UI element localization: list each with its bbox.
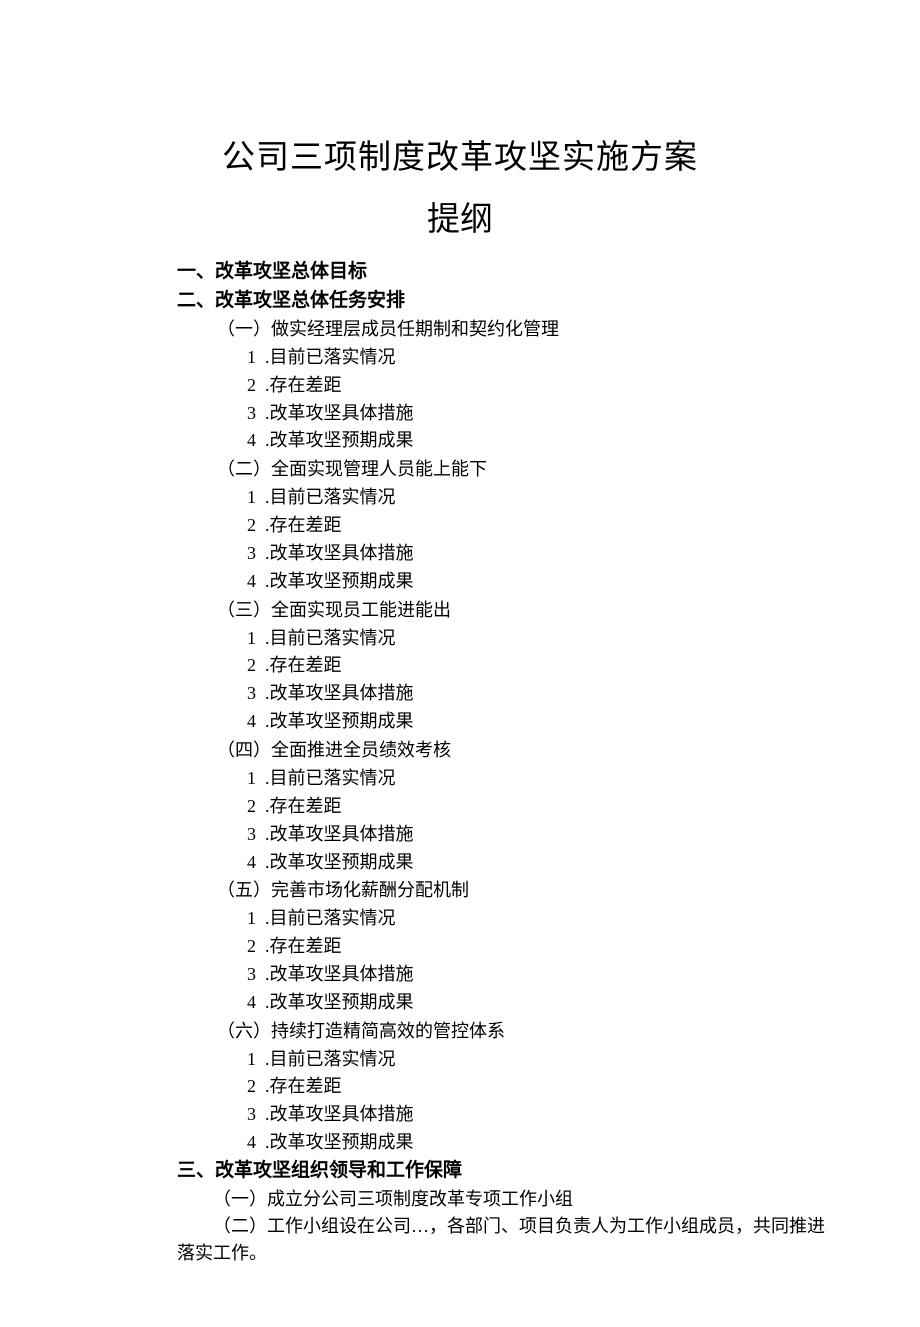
task-item: 2.存在差距 [247,933,825,961]
task-item: 4.改革攻坚预期成果 [247,849,825,877]
item-text: .改革攻坚具体措施 [265,543,414,563]
item-number: 4 [247,708,265,736]
item-text: .存在差距 [265,1076,342,1096]
task-item: 2.存在差距 [247,652,825,680]
item-number: 3 [247,821,265,849]
item-number: 3 [247,1101,265,1129]
paragraph: （二）工作小组设在公司…，各部门、项目负责人为工作小组成员，共同推进落实工作。 [177,1213,825,1267]
task-item: 3.改革攻坚具体措施 [247,961,825,989]
item-number: 3 [247,540,265,568]
item-text: .目前已落实情况 [265,1049,396,1069]
task-item: 2.存在差距 [247,512,825,540]
item-number: 1 [247,1046,265,1074]
item-number: 1 [247,625,265,653]
task-heading: （三）全面实现员工能进能出 [217,596,825,625]
task-item: 1.目前已落实情况 [247,765,825,793]
item-number: 3 [247,680,265,708]
item-text: .目前已落实情况 [265,347,396,367]
item-text: .改革攻坚具体措施 [265,1104,414,1124]
task-item: 3.改革攻坚具体措施 [247,400,825,428]
section-2-heading: 二、改革攻坚总体任务安排 [177,287,825,316]
task-item: 2.存在差距 [247,793,825,821]
item-number: 2 [247,372,265,400]
item-text: .存在差距 [265,936,342,956]
item-text: .改革攻坚预期成果 [265,571,414,591]
item-text: .目前已落实情况 [265,908,396,928]
item-text: .改革攻坚预期成果 [265,430,414,450]
item-number: 1 [247,765,265,793]
item-text: .目前已落实情况 [265,487,396,507]
paragraph: （一）成立分公司三项制度改革专项工作小组 [177,1186,825,1213]
item-text: .改革攻坚具体措施 [265,683,414,703]
item-text: .改革攻坚具体措施 [265,824,414,844]
task-item: 1.目前已落实情况 [247,484,825,512]
item-number: 2 [247,512,265,540]
task-item: 3.改革攻坚具体措施 [247,821,825,849]
item-number: 2 [247,793,265,821]
item-text: .目前已落实情况 [265,768,396,788]
item-text: .存在差距 [265,375,342,395]
task-item: 4.改革攻坚预期成果 [247,568,825,596]
section-3-heading: 三、改革攻坚组织领导和工作保障 [177,1157,825,1186]
task-item: 1.目前已落实情况 [247,1046,825,1074]
item-number: 1 [247,344,265,372]
item-number: 4 [247,568,265,596]
item-number: 4 [247,427,265,455]
item-number: 2 [247,933,265,961]
task-item: 1.目前已落实情况 [247,344,825,372]
item-text: .改革攻坚预期成果 [265,852,414,872]
item-text: .改革攻坚预期成果 [265,1132,414,1152]
item-number: 4 [247,1129,265,1157]
task-item: 4.改革攻坚预期成果 [247,989,825,1017]
task-item: 2.存在差距 [247,1073,825,1101]
document-subtitle: 提纲 [95,192,825,240]
item-number: 4 [247,989,265,1017]
item-text: .改革攻坚预期成果 [265,711,414,731]
task-heading: （六）持续打造精简高效的管控体系 [217,1017,825,1046]
item-number: 3 [247,961,265,989]
task-item: 4.改革攻坚预期成果 [247,1129,825,1157]
item-number: 1 [247,905,265,933]
item-text: .改革攻坚预期成果 [265,992,414,1012]
task-item: 3.改革攻坚具体措施 [247,540,825,568]
item-number: 3 [247,400,265,428]
section-1-heading: 一、改革攻坚总体目标 [177,258,825,287]
task-heading: （一）做实经理层成员任期制和契约化管理 [217,315,825,344]
item-number: 2 [247,652,265,680]
task-item: 2.存在差距 [247,372,825,400]
task-item: 3.改革攻坚具体措施 [247,1101,825,1129]
task-item: 3.改革攻坚具体措施 [247,680,825,708]
task-item: 4.改革攻坚预期成果 [247,708,825,736]
task-item: 4.改革攻坚预期成果 [247,427,825,455]
item-text: .改革攻坚具体措施 [265,964,414,984]
task-item: 1.目前已落实情况 [247,905,825,933]
task-heading: （二）全面实现管理人员能上能下 [217,455,825,484]
item-number: 1 [247,484,265,512]
item-number: 4 [247,849,265,877]
task-heading: （四）全面推进全员绩效考核 [217,736,825,765]
item-text: .改革攻坚具体措施 [265,403,414,423]
item-number: 2 [247,1073,265,1101]
task-item: 1.目前已落实情况 [247,625,825,653]
task-heading: （五）完善市场化薪酬分配机制 [217,876,825,905]
document-title: 公司三项制度改革攻坚实施方案 [95,130,825,178]
item-text: .存在差距 [265,796,342,816]
item-text: .目前已落实情况 [265,628,396,648]
item-text: .存在差距 [265,655,342,675]
item-text: .存在差距 [265,515,342,535]
